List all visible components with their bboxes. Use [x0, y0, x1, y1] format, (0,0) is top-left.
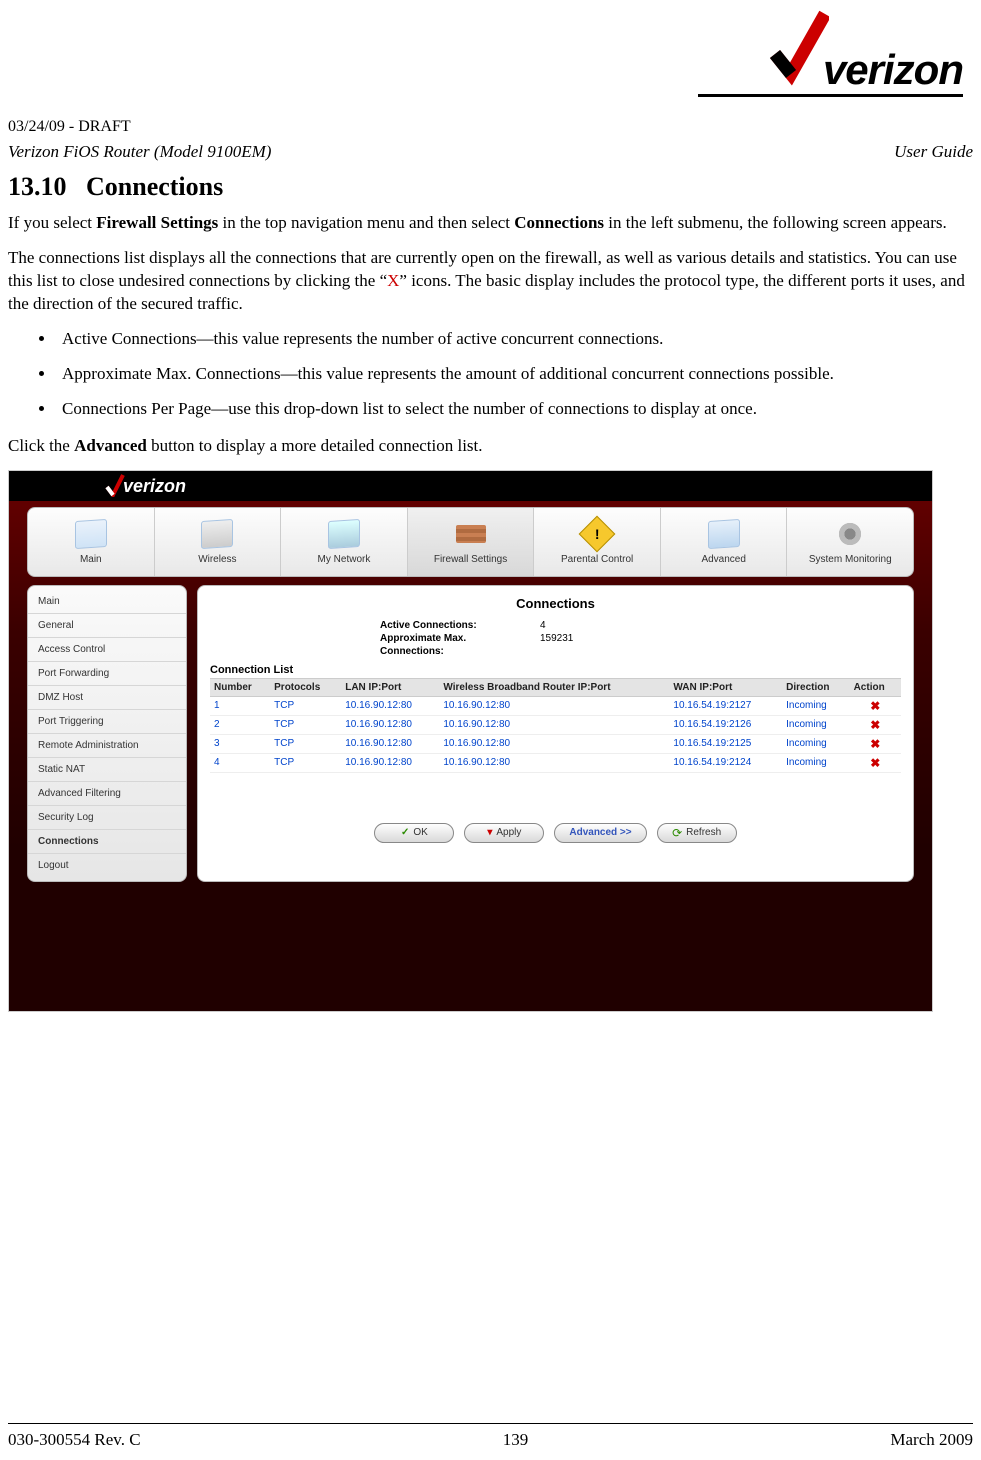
connection-stats: Active Connections: 4 Approximate Max. 1…: [380, 619, 901, 658]
tab-system-monitoring[interactable]: System Monitoring: [787, 508, 913, 576]
tab-main[interactable]: Main: [28, 508, 155, 576]
col-router-ip: Wireless Broadband Router IP:Port: [439, 678, 669, 696]
ss-button-row: ✓ OK ▾ Apply Advanced >> ⟳ Refresh: [210, 823, 901, 843]
col-lan-ip: LAN IP:Port: [341, 678, 439, 696]
bullet-item: Approximate Max. Connections—this value …: [56, 363, 973, 386]
page-logo-area: verizon: [8, 10, 973, 110]
footer-rule: [8, 1423, 973, 1424]
sidebar-item-connections[interactable]: Connections: [28, 830, 186, 854]
advanced-button[interactable]: Advanced >>: [554, 823, 646, 843]
ss-main-panel: Connections Active Connections: 4 Approx…: [197, 585, 914, 882]
monitor-icon: [833, 518, 867, 550]
firewall-icon: [454, 518, 488, 550]
section-number: 13.10: [8, 172, 67, 201]
intro-paragraph-1: If you select Firewall Settings in the t…: [8, 212, 973, 235]
table-row: 3 TCP 10.16.90.12:80 10.16.90.12:80 10.1…: [210, 734, 901, 753]
after-paragraph: Click the Advanced button to display a m…: [8, 435, 973, 458]
section-title: Connections: [86, 172, 223, 201]
network-icon: [327, 518, 361, 550]
panel-title: Connections: [210, 596, 901, 611]
delete-icon[interactable]: ✖: [870, 756, 880, 770]
sidebar-item-static-nat[interactable]: Static NAT: [28, 758, 186, 782]
sidebar-item-advanced-filtering[interactable]: Advanced Filtering: [28, 782, 186, 806]
parental-icon: !: [580, 518, 614, 550]
flag-icon: ▾: [487, 827, 492, 838]
delete-icon[interactable]: ✖: [870, 718, 880, 732]
sidebar-item-remote-admin[interactable]: Remote Administration: [28, 734, 186, 758]
sidebar-item-main[interactable]: Main: [28, 590, 186, 614]
verizon-check-icon: [769, 10, 829, 90]
refresh-icon: ⟳: [672, 826, 682, 840]
col-wan-ip: WAN IP:Port: [669, 678, 782, 696]
footer-page-number: 139: [503, 1430, 529, 1450]
ss-top-nav: Main Wireless My Network Firewall Settin…: [27, 507, 914, 577]
connection-list-heading: Connection List: [210, 664, 901, 676]
approx-max-value: 159231: [540, 632, 573, 645]
sidebar-item-security-log[interactable]: Security Log: [28, 806, 186, 830]
sidebar-item-access-control[interactable]: Access Control: [28, 638, 186, 662]
refresh-button[interactable]: ⟳ Refresh: [657, 823, 737, 843]
sidebar-item-port-triggering[interactable]: Port Triggering: [28, 710, 186, 734]
footer-row: 030-300554 Rev. C 139 March 2009: [8, 1430, 973, 1450]
active-connections-label: Active Connections:: [380, 619, 540, 632]
connection-table: Number Protocols LAN IP:Port Wireless Br…: [210, 678, 901, 773]
ok-button[interactable]: ✓ OK: [374, 823, 454, 843]
ss-verizon-logo: verizon: [105, 473, 186, 497]
table-row: 1 TCP 10.16.90.12:80 10.16.90.12:80 10.1…: [210, 696, 901, 715]
approx-max-label-2: Connections:: [380, 645, 540, 658]
bullet-list: Active Connections—this value represents…: [56, 328, 973, 421]
col-direction: Direction: [782, 678, 849, 696]
sidebar-item-general[interactable]: General: [28, 614, 186, 638]
table-row: 2 TCP 10.16.90.12:80 10.16.90.12:80 10.1…: [210, 715, 901, 734]
bullet-item: Active Connections—this value represents…: [56, 328, 973, 351]
delete-icon[interactable]: ✖: [870, 737, 880, 751]
approx-max-label-1: Approximate Max.: [380, 632, 540, 645]
tab-parental-control[interactable]: ! Parental Control: [534, 508, 661, 576]
table-row: 4 TCP 10.16.90.12:80 10.16.90.12:80 10.1…: [210, 753, 901, 772]
main-icon: [74, 518, 108, 550]
tab-advanced[interactable]: Advanced: [661, 508, 788, 576]
router-ui-screenshot: verizon Main Wireless My Network Firewal…: [8, 470, 933, 1012]
apply-button[interactable]: ▾ Apply: [464, 823, 544, 843]
col-number: Number: [210, 678, 270, 696]
verizon-logo: verizon: [769, 10, 964, 90]
footer-left: 030-300554 Rev. C: [8, 1430, 141, 1450]
footer-right: March 2009: [890, 1430, 973, 1450]
advanced-icon: [707, 518, 741, 550]
intro-paragraph-2: The connections list displays all the co…: [8, 247, 973, 316]
tab-my-network[interactable]: My Network: [281, 508, 408, 576]
col-action: Action: [850, 678, 901, 696]
wireless-icon: [200, 518, 234, 550]
logo-underline: [698, 94, 963, 97]
active-connections-value: 4: [540, 619, 546, 632]
sidebar-item-dmz-host[interactable]: DMZ Host: [28, 686, 186, 710]
ss-top-bar: verizon: [9, 471, 932, 501]
check-icon: ✓: [401, 827, 409, 838]
verizon-logo-text: verizon: [823, 50, 963, 90]
col-protocols: Protocols: [270, 678, 341, 696]
section-heading: 13.10 Connections: [8, 172, 973, 202]
delete-icon[interactable]: ✖: [870, 699, 880, 713]
tab-firewall-settings[interactable]: Firewall Settings: [408, 508, 535, 576]
bullet-item: Connections Per Page—use this drop-down …: [56, 398, 973, 421]
user-guide-label: User Guide: [894, 142, 973, 162]
ss-sidebar: Main General Access Control Port Forward…: [27, 585, 187, 882]
model-line: Verizon FiOS Router (Model 9100EM): [8, 142, 271, 162]
sidebar-item-logout[interactable]: Logout: [28, 854, 186, 877]
sidebar-item-port-forwarding[interactable]: Port Forwarding: [28, 662, 186, 686]
draft-line: 03/24/09 - DRAFT: [8, 118, 973, 136]
tab-wireless[interactable]: Wireless: [155, 508, 282, 576]
